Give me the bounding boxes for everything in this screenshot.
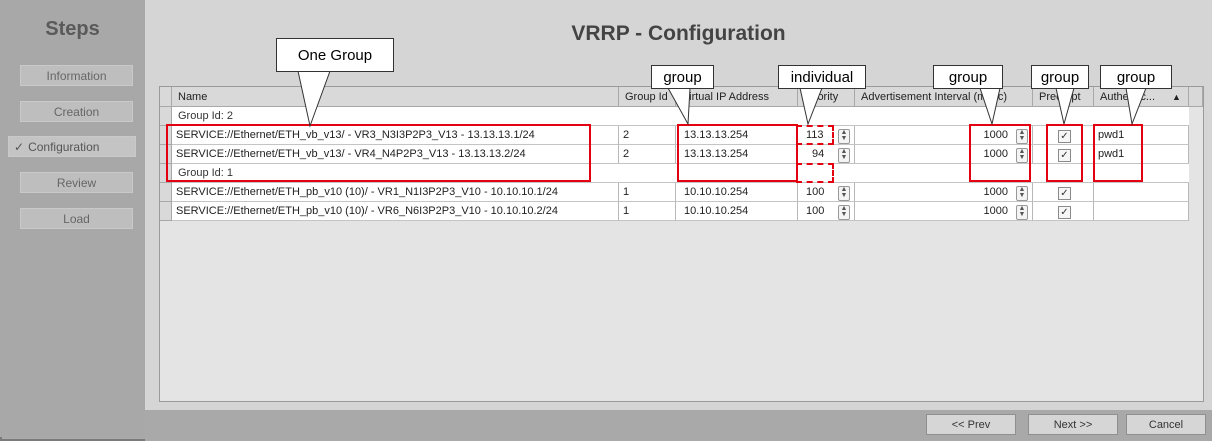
cancel-button[interactable]: Cancel [1126, 414, 1206, 435]
row-header-corner [160, 87, 172, 107]
group-label: Group Id: 2 [178, 110, 234, 122]
column-header-group-id[interactable]: Group Id [619, 87, 676, 107]
name-cell[interactable]: SERVICE://Ethernet/ETH_pb_v10 (10)/ - VR… [172, 183, 619, 202]
sort-ascending-icon[interactable]: ▲ [1172, 92, 1181, 102]
next-button[interactable]: Next >> [1028, 414, 1118, 435]
highlight-one-group-names [166, 124, 591, 182]
step-load[interactable]: Load [20, 208, 133, 229]
callout-group-auth: group [1100, 65, 1172, 89]
interval-spinner-icon[interactable]: ▲ ▼ [1016, 186, 1028, 201]
column-header-priority[interactable]: Priority [798, 87, 855, 107]
step-label: Configuration [28, 139, 100, 154]
step-label: Information [46, 68, 107, 83]
row-header[interactable] [160, 202, 172, 221]
step-configuration[interactable]: ✓ Configuration [8, 136, 136, 157]
column-header-filler [1189, 87, 1203, 107]
column-header-preempt[interactable]: Preempt [1033, 87, 1094, 107]
auth-cell[interactable] [1094, 202, 1189, 221]
group-id-cell[interactable]: 1 [619, 202, 676, 221]
step-label: Review [56, 175, 97, 190]
column-header-adv-interval[interactable]: Advertisement Interval (msec) [855, 87, 1033, 107]
callout-group-interval: group [933, 65, 1003, 89]
column-header-virtual-ip[interactable]: Virtual IP Address [676, 87, 798, 107]
group-id-cell[interactable]: 2 [619, 126, 676, 145]
callout-one-group: One Group [276, 38, 394, 72]
step-label: Load [63, 211, 90, 226]
steps-title: Steps [45, 18, 100, 40]
row-header[interactable] [160, 183, 172, 202]
highlight-priority-row2 [796, 163, 834, 183]
highlight-preempt-group [1046, 124, 1083, 182]
column-label: Authentic... [1100, 90, 1156, 103]
step-review[interactable]: Review [20, 172, 133, 193]
highlight-interval-group [969, 124, 1031, 182]
priority-spinner-icon[interactable]: ▲ ▼ [838, 148, 850, 163]
virtual-ip-cell[interactable]: 10.10.10.254 [676, 202, 798, 221]
prev-button[interactable]: << Prev [926, 414, 1016, 435]
highlight-priority-row1 [796, 125, 834, 145]
interval-cell[interactable]: 1000 [855, 202, 1033, 221]
callout-individual-priority: individual [778, 65, 866, 89]
highlight-vip-group [677, 124, 798, 182]
priority-spinner-icon[interactable]: ▲ ▼ [838, 205, 850, 220]
highlight-auth-group [1093, 124, 1143, 182]
step-information[interactable]: Information [20, 65, 133, 86]
preempt-checkbox[interactable]: ✓ [1058, 206, 1071, 219]
interval-cell[interactable]: 1000 [855, 183, 1033, 202]
group-id-cell[interactable]: 2 [619, 145, 676, 164]
step-creation[interactable]: Creation [20, 101, 133, 122]
callout-group-preempt: group [1031, 65, 1089, 89]
name-cell[interactable]: SERVICE://Ethernet/ETH_pb_v10 (10)/ - VR… [172, 202, 619, 221]
preempt-checkbox[interactable]: ✓ [1058, 187, 1071, 200]
virtual-ip-cell[interactable]: 10.10.10.254 [676, 183, 798, 202]
interval-spinner-icon[interactable]: ▲ ▼ [1016, 205, 1028, 220]
priority-spinner-icon[interactable]: ▲ ▼ [838, 186, 850, 201]
priority-spinner-icon[interactable]: ▲ ▼ [838, 129, 850, 144]
step-label: Creation [53, 104, 100, 119]
callout-group-vip: group [651, 65, 714, 89]
auth-cell[interactable] [1094, 183, 1189, 202]
column-header-name[interactable]: Name [172, 87, 619, 107]
group-id-cell[interactable]: 1 [619, 183, 676, 202]
checkmark-icon: ✓ [14, 139, 25, 154]
